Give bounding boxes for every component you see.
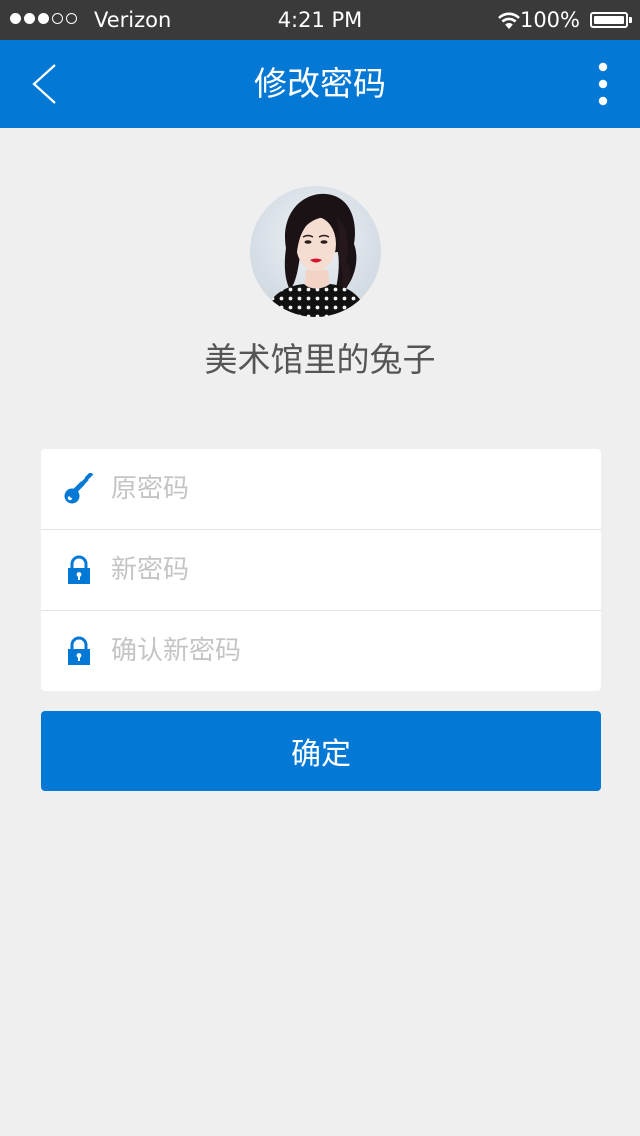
- more-vertical-icon: [598, 62, 608, 106]
- nav-bar: 修改密码: [0, 40, 640, 128]
- battery-percentage: 100%: [519, 8, 580, 32]
- lock-icon: [68, 636, 90, 665]
- old-password-row: [41, 449, 601, 529]
- avatar-image: [250, 186, 381, 317]
- username: 美术馆里的兔子: [204, 340, 436, 379]
- battery-icon: [590, 12, 628, 28]
- new-password-input[interactable]: [111, 548, 581, 592]
- confirm-password-input[interactable]: [111, 629, 581, 673]
- battery-tip: [629, 17, 632, 23]
- key-icon: [64, 473, 94, 504]
- status-bar: Verizon 4:21 PM 100%: [0, 0, 640, 40]
- confirm-password-row: [41, 611, 601, 691]
- lock-icon: [68, 555, 90, 584]
- new-password-row: [41, 530, 601, 610]
- more-options-button[interactable]: [584, 60, 624, 108]
- wifi-icon: [498, 12, 520, 29]
- page-title: 修改密码: [254, 64, 386, 103]
- battery-level: [594, 16, 624, 24]
- confirm-button[interactable]: 确定: [41, 711, 601, 791]
- password-form: [41, 449, 601, 691]
- avatar: [250, 186, 381, 317]
- old-password-input[interactable]: [111, 467, 581, 511]
